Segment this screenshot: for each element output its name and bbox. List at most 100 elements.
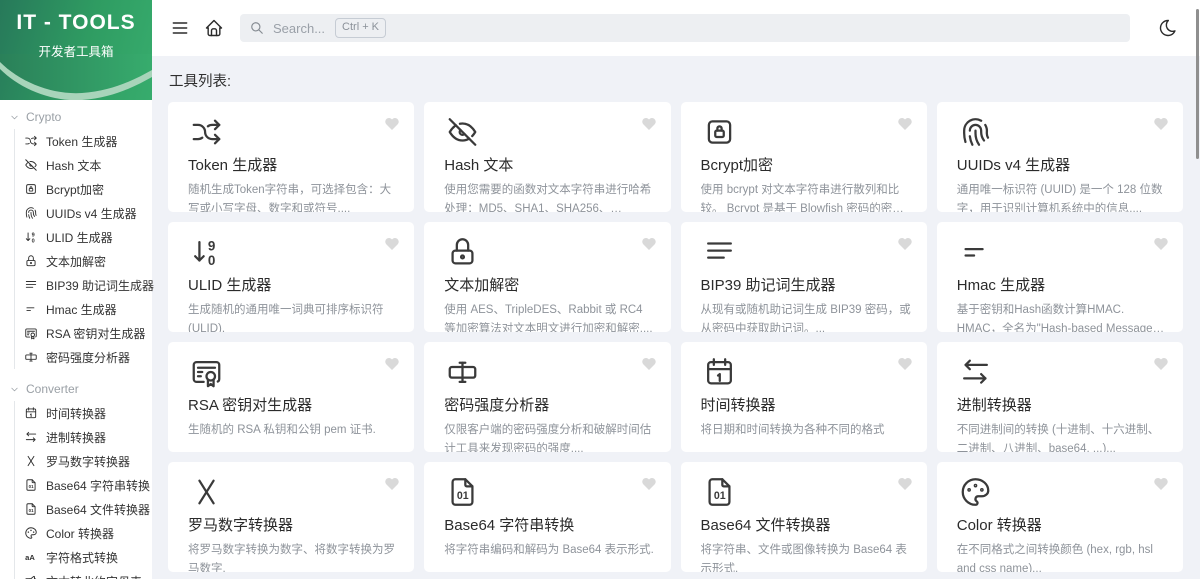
tool-card[interactable]: Bcrypt加密 使用 bcrypt 对文本字符串进行散列和比较。 Bcrypt …	[680, 102, 927, 212]
scrollbar-thumb[interactable]	[1196, 9, 1199, 159]
svg-text:9: 9	[32, 232, 35, 238]
favorite-button[interactable]	[383, 115, 401, 133]
tool-card[interactable]: 文本加解密 使用 AES、TripleDES、Rabbit 或 RC4 等加密算法…	[424, 222, 671, 332]
sidebar-section-header[interactable]: Converter	[0, 377, 152, 401]
sidebar-item[interactable]: 密码强度分析器	[24, 345, 152, 369]
sidebar-section-header[interactable]: Crypto	[0, 105, 152, 129]
tool-card[interactable]: Color 转换器在不同格式之间转换颜色 (hex, rgb, hsl and …	[936, 462, 1183, 572]
favorite-button[interactable]	[640, 235, 658, 253]
tool-card[interactable]: 01 Base64 文件转换器 将字符串、文件或图像转换为 Base64 表示形式.	[680, 462, 927, 572]
sidebar-item[interactable]: 罗马数字转换器	[24, 449, 152, 473]
sidebar-item[interactable]: 文本加解密	[24, 249, 152, 273]
tool-card-title: Hash 文本	[444, 157, 514, 174]
favorite-button[interactable]	[896, 475, 914, 493]
tool-card-description: 在不同格式之间转换颜色 (hex, rgb, hsl and css name)…	[956, 544, 1153, 572]
sidebar-item-label: Hmac 生成器	[46, 302, 117, 317]
sidebar-section-label: Crypto	[26, 110, 62, 124]
tool-card-title: UUIDs v4 生成器	[956, 157, 1071, 174]
calendar-icon	[25, 407, 37, 419]
tool-card[interactable]: 进制转换器 不同进制间的转换 (十进制、十六进制、二进制、八进制、base64, …	[936, 342, 1183, 452]
sidebar-item[interactable]: BIP39 助记词生成器	[24, 273, 155, 297]
heart-icon	[641, 357, 656, 370]
sidebar-item[interactable]: Token 生成器	[24, 129, 152, 153]
favorite-button[interactable]	[1152, 115, 1170, 133]
sidebar-item-label: BIP39 助记词生成器	[46, 278, 155, 293]
heart-icon	[1154, 117, 1168, 130]
tool-card[interactable]: 罗马数字转换器 将罗马数字转换为数字、将数字转换为罗马数字.	[168, 462, 415, 572]
svg-text:01: 01	[457, 490, 469, 502]
file-digit-icon: 01	[26, 503, 36, 515]
sidebar-item[interactable]: Color 转换器	[24, 521, 152, 545]
tool-card-description: 仅限客户端的密码强度分析和破解时间估计工具来发现密码的强度....	[444, 424, 652, 452]
lock-icon	[26, 255, 36, 267]
fingerprint-icon	[25, 207, 37, 219]
favorite-button[interactable]	[1152, 235, 1170, 253]
dark-mode-toggle-button[interactable]	[1158, 18, 1178, 38]
sidebar-item-label: Token 生成器	[46, 134, 118, 149]
heart-icon	[1154, 237, 1168, 250]
sidebar-item[interactable]: 时间转换器	[24, 401, 152, 425]
tool-card[interactable]: UUIDs v4 生成器 通用唯一标识符 (UUID) 是一个 128 位数字，用…	[936, 102, 1183, 212]
sidebar-item[interactable]: 01 Base64 文件转换器	[24, 497, 152, 521]
tool-card-description: 基于密钥和Hash函数计算HMAC. HMAC，全名为"Hash-based M…	[956, 304, 1153, 332]
tool-card[interactable]: 9 0 ULID 生成器 生成随机的通用唯一词典可排序标识符 (ULID).	[168, 222, 415, 332]
tool-card-title: 罗马数字转换器	[188, 517, 294, 534]
sidebar-item[interactable]: RSA 密钥对生成器	[24, 321, 152, 345]
tool-card[interactable]: 01 Base64 字符串转换 将字符串编码和解码为 Base64 表示形式.	[424, 462, 671, 572]
sidebar-item[interactable]: 进制转换器	[24, 425, 152, 449]
sidebar-item[interactable]: aA 字符格式转换	[24, 545, 152, 569]
svg-text:0: 0	[208, 253, 215, 268]
sidebar-item[interactable]: Hmac 生成器	[24, 297, 152, 321]
heart-icon	[385, 117, 399, 130]
sidebar-item[interactable]: 文本转北约字母表	[24, 569, 152, 579]
favorite-button[interactable]	[383, 235, 401, 253]
sidebar-item-label: Color 转换器	[46, 526, 115, 541]
menu-toggle-button[interactable]	[170, 18, 190, 38]
tool-card-title: Color 转换器	[956, 517, 1042, 534]
sidebar-item-label: Bcrypt加密	[46, 182, 105, 197]
moon-icon	[1159, 19, 1176, 37]
app-root: { "sidebar": { "title": "IT - TOOLS", "s…	[0, 0, 1200, 579]
sidebar-nav: Crypto Token 生成器 Hash 文本 Bcrypt加密 UUIDs v4 生…	[0, 100, 155, 579]
tool-card[interactable]: 时间转换器 将日期和时间转换为各种不同的格式	[680, 342, 927, 452]
favorite-button[interactable]	[640, 115, 658, 133]
short-lines-icon	[26, 307, 35, 311]
sidebar-item[interactable]: Bcrypt加密	[24, 177, 152, 201]
tool-card-description: 将字符串编码和解码为 Base64 表示形式.	[444, 544, 654, 556]
sidebar-item[interactable]: 01 Base64 字符串转换	[24, 473, 152, 497]
tool-card[interactable]: RSA 密钥对生成器 生随机的 RSA 私钥和公钥 pem 证书.	[168, 342, 415, 452]
favorite-button[interactable]	[640, 475, 658, 493]
search-placeholder: Search...	[273, 20, 326, 36]
lock-icon	[451, 238, 474, 265]
heart-icon	[385, 237, 399, 250]
home-button[interactable]	[204, 18, 224, 38]
heart-icon	[897, 477, 912, 490]
favorite-button[interactable]	[896, 115, 914, 133]
short-lines-icon	[964, 248, 984, 257]
search-input[interactable]: Search... Ctrl + K	[240, 14, 1130, 42]
tool-card[interactable]: Hash 文本 使用您需要的函数对文本字符串进行哈希处理：MD5、SHA1、SHA…	[424, 102, 671, 212]
favorite-button[interactable]	[896, 355, 914, 373]
tool-card[interactable]: Token 生成器 随机生成Token字符串，可选择包含：大写或小写字母、数字和或…	[168, 102, 415, 212]
tool-card[interactable]: 密码强度分析器 仅限客户端的密码强度分析和破解时间估计工具来发现密码的强度....	[424, 342, 671, 452]
sidebar-item-label: UUIDs v4 生成器	[46, 206, 137, 221]
tool-card-title: Base64 文件转换器	[700, 517, 831, 534]
content: 工具列表: Token 生成器 随机生成Token字符串，可选择包含：大写或小写字…	[152, 56, 1200, 579]
tool-card[interactable]: BIP39 助记词生成器 从现有或随机助记词生成 BIP39 密码，或从密码中获取…	[680, 222, 927, 332]
favorite-button[interactable]	[1152, 475, 1170, 493]
sidebar-item[interactable]: Hash 文本	[24, 153, 152, 177]
sidebar-item[interactable]: UUIDs v4 生成器	[24, 201, 152, 225]
sidebar-hero: IT - TOOLS 开发者工具箱	[0, 0, 152, 100]
heart-icon	[1154, 357, 1168, 370]
arrows-swap-icon	[25, 431, 37, 442]
sidebar-item[interactable]: 9 0 ULID 生成器	[24, 225, 152, 249]
tool-card[interactable]: Hmac 生成器 基于密钥和Hash函数计算HMAC. HMAC，全名为"Hash…	[936, 222, 1183, 332]
svg-text:01: 01	[29, 508, 34, 513]
sidebar: IT - TOOLS 开发者工具箱 Crypto Token 生成器 Hash 文本…	[0, 0, 155, 579]
favorite-button[interactable]	[383, 475, 401, 493]
favorite-button[interactable]	[383, 355, 401, 373]
favorite-button[interactable]	[896, 235, 914, 253]
favorite-button[interactable]	[1152, 355, 1170, 373]
favorite-button[interactable]	[640, 355, 658, 373]
app-title: IT - TOOLS	[16, 11, 136, 34]
